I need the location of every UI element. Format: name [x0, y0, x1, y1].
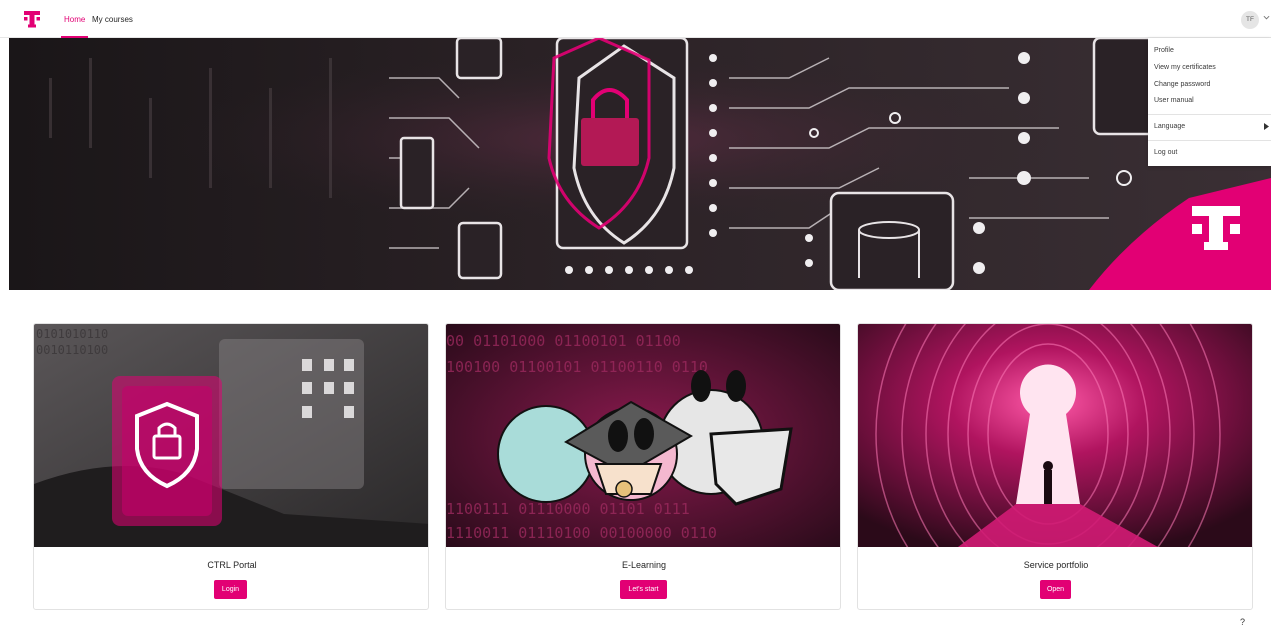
laptop-security-image: 01010101100010110100 01010 — [34, 324, 428, 547]
top-navigation-bar: Home My courses TF — [0, 0, 1271, 38]
card-title: CTRL Portal — [207, 560, 257, 570]
card-e-learning: 00 01101000 01100101 01100 100100 011001… — [445, 323, 841, 610]
cyber-security-banner-image — [9, 38, 1271, 290]
svg-text:0101010110: 0101010110 — [36, 327, 108, 341]
help-button[interactable]: ? — [1240, 617, 1245, 627]
telekom-logo-icon[interactable] — [22, 9, 42, 29]
card-image-e-learning: 00 01101000 01100101 01100 100100 011001… — [446, 324, 840, 547]
user-menu-dropdown: Profile View my certificates Change pass… — [1148, 38, 1271, 166]
user-avatar[interactable]: TF — [1241, 11, 1259, 29]
svg-text:100100 01100101 01100110 0110: 100100 01100101 01100110 0110 — [446, 358, 708, 376]
card-title: E-Learning — [621, 560, 667, 570]
keyhole-tunnel-image — [858, 324, 1252, 547]
open-button[interactable]: Open — [1040, 580, 1071, 599]
nav-home-link[interactable]: Home — [60, 0, 89, 38]
menu-item-profile[interactable]: Profile — [1154, 47, 1174, 54]
chevron-down-icon[interactable] — [1263, 14, 1270, 21]
card-image-service-portfolio — [858, 324, 1252, 547]
e-learning-mascots-image: 00 01101000 01100101 01100 100100 011001… — [446, 324, 840, 547]
card-title: Service portfolio — [1023, 560, 1089, 570]
svg-text:1100111 01110000 01101 0111: 1100111 01110000 01101 0111 — [446, 500, 690, 518]
hero-banner — [9, 38, 1271, 290]
menu-item-change-password[interactable]: Change password — [1154, 81, 1210, 88]
menu-item-log-out[interactable]: Log out — [1154, 149, 1177, 156]
card-service-portfolio: Service portfolio Open — [857, 323, 1253, 610]
menu-divider — [1148, 114, 1271, 115]
nav-my-courses-link[interactable]: My courses — [92, 0, 133, 38]
lets-start-button[interactable]: Let's start — [620, 580, 667, 599]
menu-item-view-certificates[interactable]: View my certificates — [1154, 64, 1216, 71]
card-image-ctrl-portal: 01010101100010110100 01010 — [34, 324, 428, 547]
menu-item-language[interactable]: Language — [1154, 123, 1185, 130]
login-button[interactable]: Login — [214, 580, 247, 599]
svg-text:00 01101000 01100101 01100: 00 01101000 01100101 01100 — [446, 332, 681, 350]
caret-right-icon — [1264, 123, 1269, 130]
menu-item-user-manual[interactable]: User manual — [1154, 97, 1194, 104]
svg-text:0010110100: 0010110100 — [36, 343, 108, 357]
card-ctrl-portal: 01010101100010110100 01010 CTRL Portal L… — [33, 323, 429, 610]
menu-divider — [1148, 140, 1271, 141]
svg-text:1110011 01110100 00100000 0110: 1110011 01110100 00100000 0110 — [446, 524, 717, 542]
